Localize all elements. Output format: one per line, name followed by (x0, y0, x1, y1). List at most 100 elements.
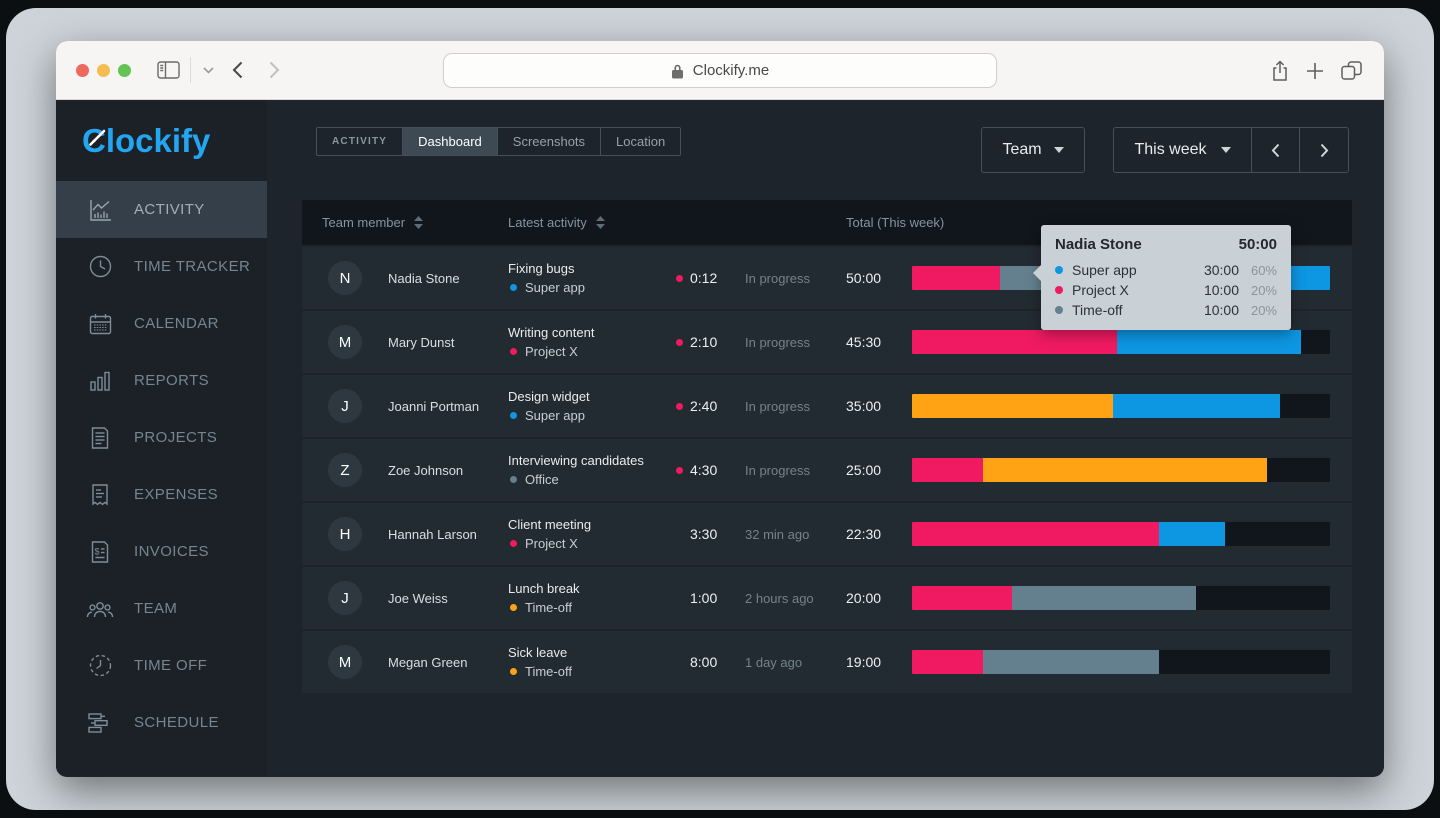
timer-value: 2:10 (690, 334, 717, 350)
bar-track[interactable] (912, 330, 1330, 354)
header-team-member[interactable]: Team member (302, 215, 508, 230)
table-row[interactable]: J Joanni Portman Design widget Super app… (302, 375, 1352, 437)
sidebar-item-time-off[interactable]: TIME OFF (56, 637, 267, 694)
sidebar-item-label: PROJECTS (134, 429, 217, 446)
activity-title: Interviewing candidates (508, 453, 676, 468)
activity-cell: Fixing bugs Super app (508, 261, 676, 295)
maximize-window-button[interactable] (118, 64, 131, 77)
project-dot (510, 412, 517, 419)
tooltip-row: Time-off 10:00 20% (1055, 302, 1277, 318)
table-row[interactable]: M Megan Green Sick leave Time-off 8:00 1… (302, 631, 1352, 693)
total-value: 35:00 (846, 398, 912, 414)
table-row[interactable]: J Joe Weiss Lunch break Time-off 1:00 2 … (302, 567, 1352, 629)
tooltip-member-name: Nadia Stone (1055, 236, 1142, 253)
avatar: Z (328, 453, 362, 487)
bar-track[interactable] (912, 586, 1330, 610)
sidebar-item-calendar[interactable]: CALENDAR (56, 295, 267, 352)
next-period-button[interactable] (1300, 128, 1348, 172)
url-text: Clockify.me (693, 62, 769, 79)
project-label: Project X (525, 344, 578, 359)
clockify-logo[interactable]: Clockify (56, 100, 267, 181)
dashed-clock-icon (86, 653, 114, 678)
total-value: 50:00 (846, 270, 912, 286)
tab-dashboard[interactable]: Dashboard (403, 128, 498, 155)
sidebar-item-time-tracker[interactable]: TIME TRACKER (56, 238, 267, 295)
tab-screenshots[interactable]: Screenshots (498, 128, 601, 155)
total-value: 25:00 (846, 462, 912, 478)
timer-cell: 8:00 (676, 654, 745, 670)
activity-title: Writing content (508, 325, 676, 340)
project-dot (510, 348, 517, 355)
activity-title: Sick leave (508, 645, 676, 660)
sidebar-item-team[interactable]: TEAM (56, 580, 267, 637)
people-icon (86, 598, 114, 620)
address-bar[interactable]: Clockify.me (443, 53, 997, 88)
sidebar-item-label: CALENDAR (134, 315, 219, 332)
bar-segment (912, 650, 983, 674)
svg-text:$: $ (95, 546, 100, 556)
sidebar-item-reports[interactable]: REPORTS (56, 352, 267, 409)
bar-segment (912, 266, 1000, 290)
avatar: N (328, 261, 362, 295)
table-row[interactable]: Z Zoe Johnson Interviewing candidates Of… (302, 439, 1352, 501)
timer-value: 8:00 (690, 654, 717, 670)
status-text: In progress (745, 463, 846, 478)
forward-icon[interactable] (269, 61, 280, 79)
share-icon[interactable] (1271, 60, 1289, 82)
caret-down-icon (1221, 147, 1231, 153)
previous-period-button[interactable] (1252, 128, 1300, 172)
timer-cell: 4:30 (676, 462, 745, 478)
sidebar-item-expenses[interactable]: EXPENSES (56, 466, 267, 523)
view-tabs: ACTIVITY Dashboard Screenshots Location (316, 127, 681, 156)
activity-title: Lunch break (508, 581, 676, 596)
bar-track[interactable] (912, 458, 1330, 482)
project-dot (510, 668, 517, 675)
status-text: In progress (745, 335, 846, 350)
caret-down-icon (1054, 147, 1064, 153)
sidebar-toggle-icon[interactable] (157, 61, 180, 79)
timer-cell: 2:10 (676, 334, 745, 350)
period-dropdown[interactable]: This week (1114, 128, 1252, 172)
bar-track[interactable] (912, 650, 1330, 674)
minimize-window-button[interactable] (97, 64, 110, 77)
close-window-button[interactable] (76, 64, 89, 77)
tab-location[interactable]: Location (601, 128, 680, 155)
sidebar-item-projects[interactable]: PROJECTS (56, 409, 267, 466)
bar-track[interactable] (912, 394, 1330, 418)
activity-cell: Interviewing candidates Office (508, 453, 676, 487)
period-control: This week (1113, 127, 1349, 173)
header-total[interactable]: Total (This week) (846, 215, 912, 230)
lock-icon (671, 63, 684, 79)
sidebar-item-label: ACTIVITY (134, 201, 205, 218)
tooltip-total: 50:00 (1239, 236, 1277, 253)
total-value: 19:00 (846, 654, 912, 670)
table-row[interactable]: H Hannah Larson Client meeting Project X… (302, 503, 1352, 565)
activity-title: Design widget (508, 389, 676, 404)
app-sidebar: Clockify ACTIVITY (56, 100, 267, 776)
status-text: 1 day ago (745, 655, 846, 670)
sidebar-item-label: TIME OFF (134, 657, 207, 674)
bar-chart-icon (86, 369, 114, 393)
timer-cell: 0:12 (676, 270, 745, 286)
bar-track[interactable] (912, 522, 1330, 546)
back-icon[interactable] (232, 61, 243, 79)
bar-segment (912, 522, 1159, 546)
timer-cell: 2:40 (676, 398, 745, 414)
chevron-down-icon[interactable] (203, 67, 214, 74)
activity-title: Client meeting (508, 517, 676, 532)
status-text: In progress (745, 399, 846, 414)
sidebar-item-invoices[interactable]: $ INVOICES (56, 523, 267, 580)
sidebar-item-activity[interactable]: ACTIVITY (56, 181, 267, 238)
activity-title: Fixing bugs (508, 261, 676, 276)
new-tab-icon[interactable] (1306, 62, 1324, 80)
timer-value: 4:30 (690, 462, 717, 478)
tab-activity[interactable]: ACTIVITY (317, 128, 403, 155)
bar-segment (1159, 522, 1226, 546)
activity-cell: Client meeting Project X (508, 517, 676, 551)
project-label: Project X (525, 536, 578, 551)
team-dropdown[interactable]: Team (981, 127, 1085, 173)
header-latest-activity[interactable]: Latest activity (508, 215, 676, 230)
sidebar-item-schedule[interactable]: SCHEDULE (56, 694, 267, 751)
project-dot (510, 284, 517, 291)
tab-overview-icon[interactable] (1341, 61, 1362, 80)
